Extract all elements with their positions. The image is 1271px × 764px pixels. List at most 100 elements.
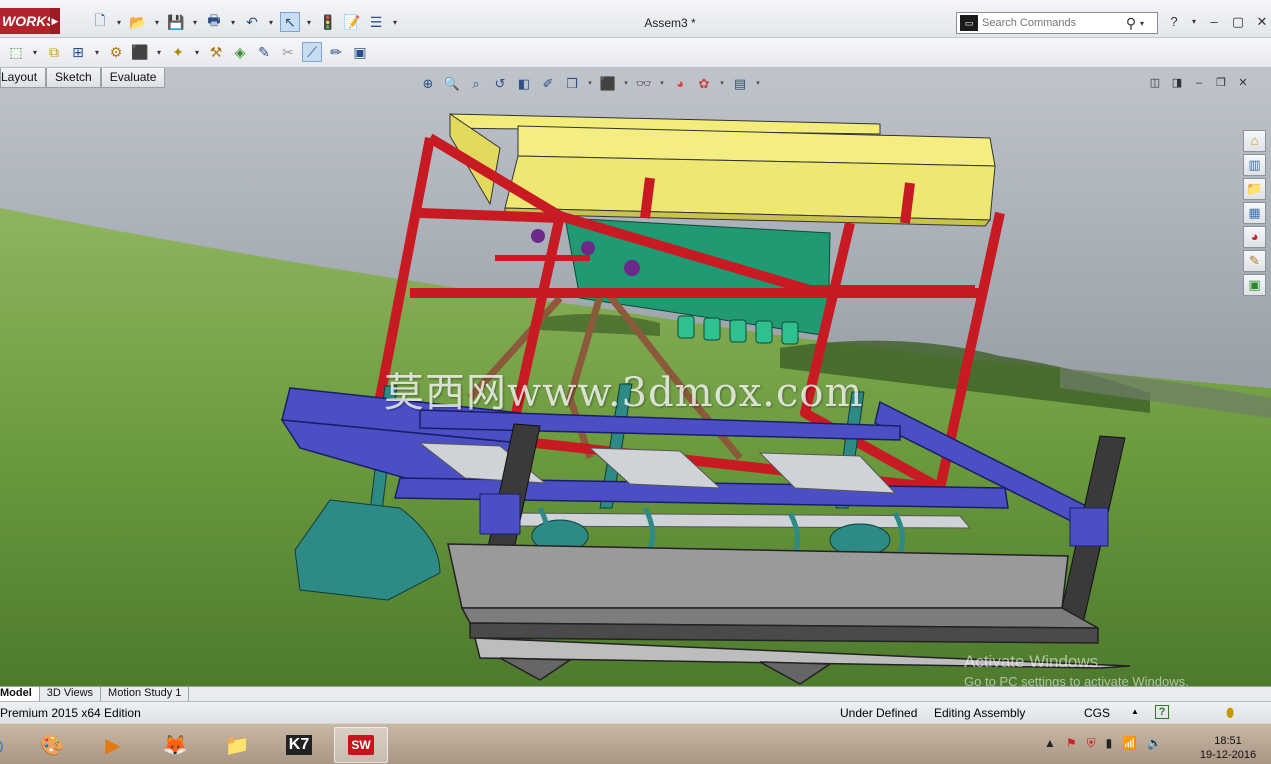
maximize-icon[interactable]: ▢ xyxy=(1230,14,1246,30)
close-icon[interactable]: ✕ xyxy=(1254,14,1270,30)
graphics-area[interactable]: ⊕ 🔍 ⌕ ↺ ◧ ✐ ❒ ▾ ⬛ ▾ 👓 ▾ ◕ ✿ ▾ ▤ ▾ ◫ ◨ – … xyxy=(0,68,1271,686)
viewport-minimize-icon[interactable]: – xyxy=(1192,76,1206,90)
start-button[interactable]: ◉ xyxy=(0,727,10,763)
quick-tips-help-icon[interactable]: ? xyxy=(1155,705,1169,719)
tab-evaluate[interactable]: Evaluate xyxy=(100,68,166,88)
view-settings-dropdown-icon[interactable]: ▾ xyxy=(754,75,762,93)
view-orientation-dropdown-icon[interactable]: ▾ xyxy=(586,75,594,93)
appearances-icon[interactable]: ◕ xyxy=(1243,226,1266,248)
view-palette-icon[interactable]: ▦ xyxy=(1243,202,1266,224)
tab-sketch[interactable]: Sketch xyxy=(46,68,101,88)
pattern-dropdown-icon[interactable]: ▾ xyxy=(92,42,102,62)
options-icon[interactable]: ☰ xyxy=(366,12,386,32)
new-dropdown-icon[interactable]: ▾ xyxy=(114,12,124,32)
print-icon[interactable]: 🖶 xyxy=(204,12,224,32)
file-properties-icon[interactable]: 📝 xyxy=(342,12,362,32)
file-explorer-icon[interactable]: 📁 xyxy=(1243,178,1266,200)
linear-pattern-icon[interactable]: ⊞ xyxy=(68,42,88,62)
dynamic-annotation-icon[interactable]: ✐ xyxy=(538,75,558,93)
help-dropdown-icon[interactable]: ▾ xyxy=(1190,14,1198,30)
seed-tube[interactable] xyxy=(781,321,799,345)
reference-triad-icon[interactable]: ⊕ xyxy=(418,75,438,93)
viewport-maximize-icon[interactable]: ❐ xyxy=(1214,76,1228,90)
search-icon[interactable]: ⚲ xyxy=(1122,15,1140,32)
frame-post[interactable] xyxy=(640,177,655,219)
show-hidden-icon[interactable]: ✦ xyxy=(168,42,188,62)
system-clock[interactable]: 18:51 19-12-2016 xyxy=(1196,734,1260,762)
open-dropdown-icon[interactable]: ▾ xyxy=(152,12,162,32)
seed-tube[interactable] xyxy=(703,317,721,341)
viewport-restore-right-icon[interactable]: ◨ xyxy=(1170,76,1184,90)
trough-face[interactable] xyxy=(447,543,1069,609)
tab-motion-study-1[interactable]: Motion Study 1 xyxy=(101,687,190,701)
mate-icon[interactable]: ⧉ xyxy=(44,42,64,62)
display-style-icon[interactable]: ⬛ xyxy=(598,75,618,93)
zoom-to-area-icon[interactable]: ⌕ xyxy=(466,75,486,93)
reference-geometry-icon[interactable]: ◈ xyxy=(230,42,250,62)
exploded-view-icon[interactable]: ⟋ xyxy=(302,42,322,62)
search-commands-box[interactable]: ▭ ⚲ ▾ xyxy=(956,12,1158,34)
rebuild-status-icon[interactable]: ⬮ xyxy=(1226,705,1234,721)
solidworks-menu-arrow-icon[interactable]: ▶ xyxy=(50,8,60,34)
hide-show-dropdown-icon[interactable]: ▾ xyxy=(658,75,666,93)
seed-tube[interactable] xyxy=(755,320,773,344)
antivirus-icon[interactable]: ⛨ xyxy=(1087,736,1096,751)
instant3d-icon[interactable]: ▣ xyxy=(350,42,370,62)
viewport-close-icon[interactable]: ✕ xyxy=(1236,76,1250,90)
view-settings-icon[interactable]: ▤ xyxy=(730,75,750,93)
previous-view-icon[interactable]: ↺ xyxy=(490,75,510,93)
taskbar-firefox[interactable]: 🦊 xyxy=(148,727,202,763)
undo-dropdown-icon[interactable]: ▾ xyxy=(266,12,276,32)
viewport-restore-left-icon[interactable]: ◫ xyxy=(1148,76,1162,90)
section-view-icon[interactable]: ◧ xyxy=(514,75,534,93)
view-orientation-icon[interactable]: ❒ xyxy=(562,75,582,93)
move-component-icon[interactable]: ⬛ xyxy=(130,42,150,62)
taskbar-k7[interactable]: K7 xyxy=(272,727,326,763)
show-hidden-icons-icon[interactable]: ▲ xyxy=(1044,736,1056,751)
battery-icon[interactable]: ▮ xyxy=(1106,736,1113,751)
save-dropdown-icon[interactable]: ▾ xyxy=(190,12,200,32)
tab-3d-views[interactable]: 3D Views xyxy=(40,687,102,701)
network-signal-icon[interactable]: 📶 xyxy=(1122,736,1137,751)
seed-tube[interactable] xyxy=(729,319,747,343)
smart-fasteners-icon[interactable]: ⚙ xyxy=(106,42,126,62)
taskbar-media-player[interactable]: ▶ xyxy=(86,727,140,763)
save-icon[interactable]: 💾 xyxy=(166,12,186,32)
solidworks-resources-icon[interactable]: ⌂ xyxy=(1243,130,1266,152)
frame-post[interactable] xyxy=(900,182,915,224)
blue-bracket-right[interactable] xyxy=(1069,507,1109,547)
edit-appearance-icon[interactable]: ◕ xyxy=(670,75,690,93)
volume-icon[interactable]: 🔈 xyxy=(1147,736,1162,751)
search-input[interactable] xyxy=(982,17,1122,29)
print-dropdown-icon[interactable]: ▾ xyxy=(228,12,238,32)
custom-properties-icon[interactable]: ✎ xyxy=(1243,250,1266,272)
tab-layout[interactable]: Layout xyxy=(0,68,47,88)
select-cursor-icon[interactable]: ↖ xyxy=(280,12,300,32)
solidworks-forum-icon[interactable]: ▣ xyxy=(1243,274,1266,296)
frame-crossbar[interactable] xyxy=(419,208,561,223)
explode-line-sketch-icon[interactable]: ✏ xyxy=(326,42,346,62)
select-dropdown-icon[interactable]: ▾ xyxy=(304,12,314,32)
taskbar-solidworks[interactable]: SW xyxy=(334,727,388,763)
open-folder-icon[interactable]: 📂 xyxy=(128,12,148,32)
show-hidden-dropdown-icon[interactable]: ▾ xyxy=(192,42,202,62)
hide-show-items-icon[interactable]: 👓 xyxy=(634,75,654,93)
insert-components-dropdown-icon[interactable]: ▾ xyxy=(30,42,40,62)
taskbar-paint[interactable]: 🎨 xyxy=(25,727,79,763)
solidworks-logo[interactable]: WORKS xyxy=(0,8,50,34)
seed-tube[interactable] xyxy=(677,315,695,339)
bill-of-materials-icon[interactable]: ✂ xyxy=(278,42,298,62)
status-units[interactable]: CGS xyxy=(1084,706,1110,720)
apply-scene-icon[interactable]: ✿ xyxy=(694,75,714,93)
apply-scene-dropdown-icon[interactable]: ▾ xyxy=(718,75,726,93)
new-document-icon[interactable]: 🗋 xyxy=(90,12,110,32)
help-icon[interactable]: ? xyxy=(1166,14,1182,30)
minimize-icon[interactable]: – xyxy=(1206,14,1222,30)
assembly-features-icon[interactable]: ⚒ xyxy=(206,42,226,62)
rebuild-traffic-light-icon[interactable]: 🚦 xyxy=(318,12,338,32)
sprocket[interactable] xyxy=(624,260,640,276)
blue-bracket-left[interactable] xyxy=(479,493,521,535)
design-library-icon[interactable]: ▥ xyxy=(1243,154,1266,176)
move-dropdown-icon[interactable]: ▾ xyxy=(154,42,164,62)
zoom-to-fit-icon[interactable]: 🔍 xyxy=(442,75,462,93)
